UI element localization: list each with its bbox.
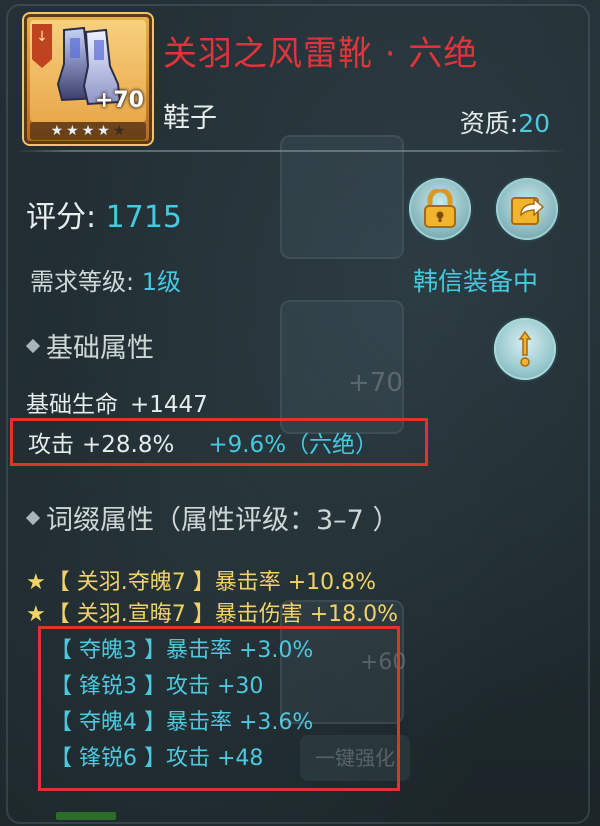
equipped-status: 韩信装备中 (412, 267, 538, 296)
base-hp-value: +1447 (130, 392, 208, 418)
lock-button[interactable] (409, 178, 471, 240)
info-icon (518, 330, 532, 367)
score-value: 1715 (105, 200, 183, 235)
affix-tag: 【 关羽.宣晦7 】 (47, 602, 215, 627)
item-aptitude: 资质:20 (460, 104, 550, 140)
item-icon-frame: ↓ +70 ★ ★ ★ ★ ★ (24, 14, 152, 144)
required-level: 需求等级: 1级 (30, 262, 181, 297)
affix-attribute: 暴击率 +3.0% (165, 638, 314, 663)
star-empty-icon: ★ (112, 123, 126, 139)
blue-affix: 【 锋锐6 】攻击 +48 (50, 740, 263, 772)
score: 评分: 1715 (26, 192, 182, 236)
background-plus-label: +70 (348, 368, 403, 398)
base-attributes-header: 基础属性 (25, 326, 154, 365)
aptitude-label: 资质: (459, 109, 519, 138)
diamond-bullet-icon (25, 338, 41, 353)
star-filled-icon: ★ (66, 123, 79, 139)
affix-attribute: 暴击率 +10.8% (214, 570, 377, 595)
info-button[interactable] (494, 318, 556, 380)
affix-attribute: 攻击 +48 (165, 746, 264, 771)
base-hp-stat: 基础生命 +1447 (26, 385, 208, 419)
item-type: 鞋子 (163, 103, 217, 134)
affix-attribute: 攻击 +30 (165, 674, 264, 699)
diamond-bullet-icon (25, 510, 41, 525)
gold-star-icon: ★ (26, 570, 46, 595)
score-label: 评分: (26, 200, 97, 235)
header-divider (14, 150, 566, 152)
attack-value: +28.8% (82, 432, 175, 458)
gold-affix: ★【 关羽.夺魄7 】暴击率 +10.8% (26, 564, 376, 596)
star-filled-icon: ★ (81, 123, 95, 139)
share-button[interactable] (496, 178, 558, 240)
aptitude-value: 20 (518, 109, 550, 138)
base-hp-label: 基础生命 (26, 392, 118, 418)
background-card (280, 135, 404, 259)
equipment-tooltip-panel: +70 +60 一键强化 ↓ +70 ★ ★ ★ ★ ★ 关羽之风雷靴 · 六绝… (0, 0, 600, 826)
base-attributes-title: 基础属性 (46, 333, 154, 364)
affix-tag: 【 夺魄3 】 (50, 638, 166, 663)
attack-bonus: +9.6%（六绝） (208, 432, 379, 458)
blue-affix: 【 夺魄4 】暴击率 +3.6% (50, 704, 313, 736)
item-name: 关羽之风雷靴 · 六绝 (163, 34, 479, 74)
share-icon (511, 197, 545, 225)
affix-attribute: 暴击率 +3.6% (165, 710, 314, 735)
enhance-level-badge: +70 (94, 88, 144, 113)
attack-label: 攻击 (28, 432, 74, 458)
star-filled-icon: ★ (50, 123, 64, 139)
gold-star-icon: ★ (26, 602, 46, 627)
required-level-label: 需求等级: (30, 268, 135, 296)
required-level-value: 1级 (141, 268, 182, 296)
affix-tag: 【 关羽.夺魄7 】 (47, 570, 215, 595)
lock-icon (424, 189, 456, 228)
affix-attributes-title: 词缀属性（属性评级：3–7 ） (46, 505, 400, 536)
star-filled-icon: ★ (97, 123, 110, 139)
affix-tag: 【 锋锐6 】 (50, 746, 166, 771)
gold-affix: ★【 关羽.宣晦7 】暴击伤害 +18.0% (26, 596, 398, 628)
affix-attributes-header: 词缀属性（属性评级：3–7 ） (25, 498, 400, 537)
bottom-edge-bar (56, 812, 116, 820)
star-rating: ★ ★ ★ ★ ★ (30, 122, 146, 140)
background-card (280, 300, 404, 434)
blue-affix: 【 夺魄3 】暴击率 +3.0% (50, 632, 313, 664)
affix-tag: 【 锋锐3 】 (50, 674, 166, 699)
affix-attribute: 暴击伤害 +18.0% (214, 602, 399, 627)
blue-affix: 【 锋锐3 】攻击 +30 (50, 668, 263, 700)
affix-tag: 【 夺魄4 】 (50, 710, 166, 735)
attack-stat: 攻击 +28.8% +9.6%（六绝） (28, 425, 378, 459)
